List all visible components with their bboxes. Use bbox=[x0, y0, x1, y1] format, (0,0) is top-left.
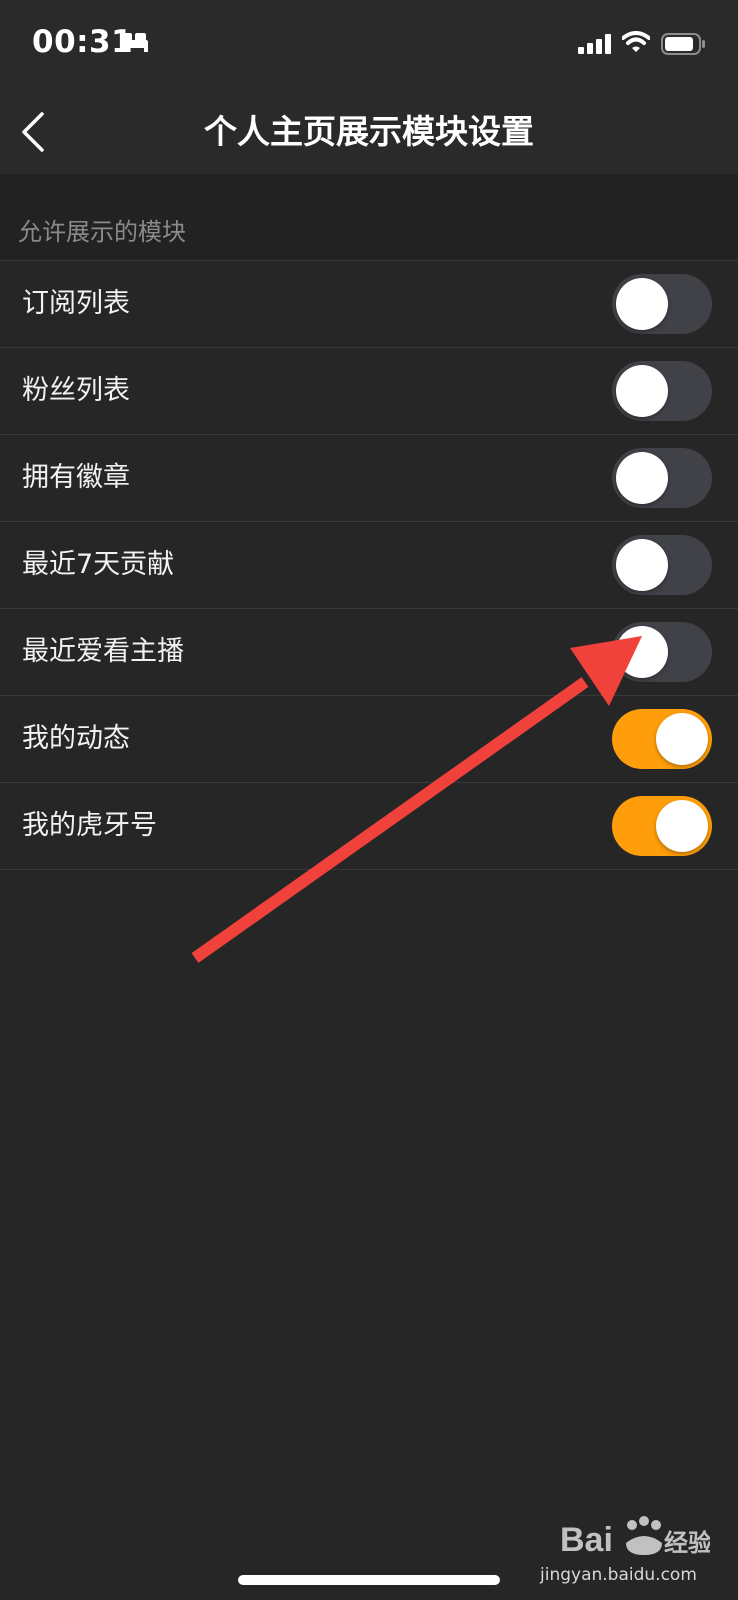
toggle-knob bbox=[656, 800, 708, 852]
setting-label: 粉丝列表 bbox=[22, 375, 130, 406]
chevron-left-icon bbox=[22, 112, 44, 152]
toggle-switch[interactable] bbox=[612, 361, 712, 421]
svg-text:经验: 经验 bbox=[664, 1529, 710, 1557]
section-label: 允许展示的模块 bbox=[18, 218, 186, 246]
navigation-bar: 个人主页展示模块设置 bbox=[0, 90, 738, 174]
svg-text:Bai: Bai bbox=[560, 1521, 613, 1559]
toggle-switch[interactable] bbox=[612, 709, 712, 769]
setting-label: 我的动态 bbox=[22, 723, 130, 754]
setting-row-subscriptions: 订阅列表 bbox=[0, 261, 738, 348]
battery-icon bbox=[661, 33, 705, 55]
back-button[interactable] bbox=[12, 102, 72, 162]
toggle-switch[interactable] bbox=[612, 274, 712, 334]
settings-list: 订阅列表 粉丝列表 拥有徽章 最近7天贡献 最近爱看主播 我的动态 我的虎牙号 bbox=[0, 260, 738, 870]
baidu-jingyan-logo: Bai 经验 bbox=[560, 1516, 710, 1559]
toggle-switch[interactable] bbox=[612, 796, 712, 856]
section-header: 允许展示的模块 bbox=[0, 174, 738, 260]
wifi-icon bbox=[622, 31, 650, 52]
toggle-knob bbox=[616, 278, 668, 330]
toggle-knob bbox=[616, 626, 668, 678]
setting-row-7day-contribution: 最近7天贡献 bbox=[0, 522, 738, 609]
setting-label: 订阅列表 bbox=[22, 288, 130, 319]
setting-row-favorite-streamers: 最近爱看主播 bbox=[0, 609, 738, 696]
setting-row-badges: 拥有徽章 bbox=[0, 435, 738, 522]
toggle-knob bbox=[656, 713, 708, 765]
setting-row-huya-id: 我的虎牙号 bbox=[0, 783, 738, 870]
status-bar: 00:31 bbox=[0, 0, 738, 90]
cellular-signal-icon bbox=[578, 34, 611, 54]
toggle-switch[interactable] bbox=[612, 622, 712, 682]
toggle-knob bbox=[616, 539, 668, 591]
toggle-knob bbox=[616, 452, 668, 504]
toggle-knob bbox=[616, 365, 668, 417]
sleep-mode-icon bbox=[120, 33, 148, 52]
setting-row-my-posts: 我的动态 bbox=[0, 696, 738, 783]
setting-label: 最近7天贡献 bbox=[22, 549, 175, 580]
status-time: 00:31 bbox=[32, 24, 134, 60]
page-title: 个人主页展示模块设置 bbox=[204, 112, 534, 151]
toggle-switch[interactable] bbox=[612, 448, 712, 508]
watermark-url: jingyan.baidu.com bbox=[540, 1565, 697, 1585]
setting-label: 拥有徽章 bbox=[22, 462, 130, 493]
home-indicator[interactable] bbox=[238, 1575, 500, 1585]
toggle-switch[interactable] bbox=[612, 535, 712, 595]
setting-row-fans: 粉丝列表 bbox=[0, 348, 738, 435]
setting-label: 最近爱看主播 bbox=[22, 636, 184, 667]
setting-label: 我的虎牙号 bbox=[22, 810, 157, 841]
